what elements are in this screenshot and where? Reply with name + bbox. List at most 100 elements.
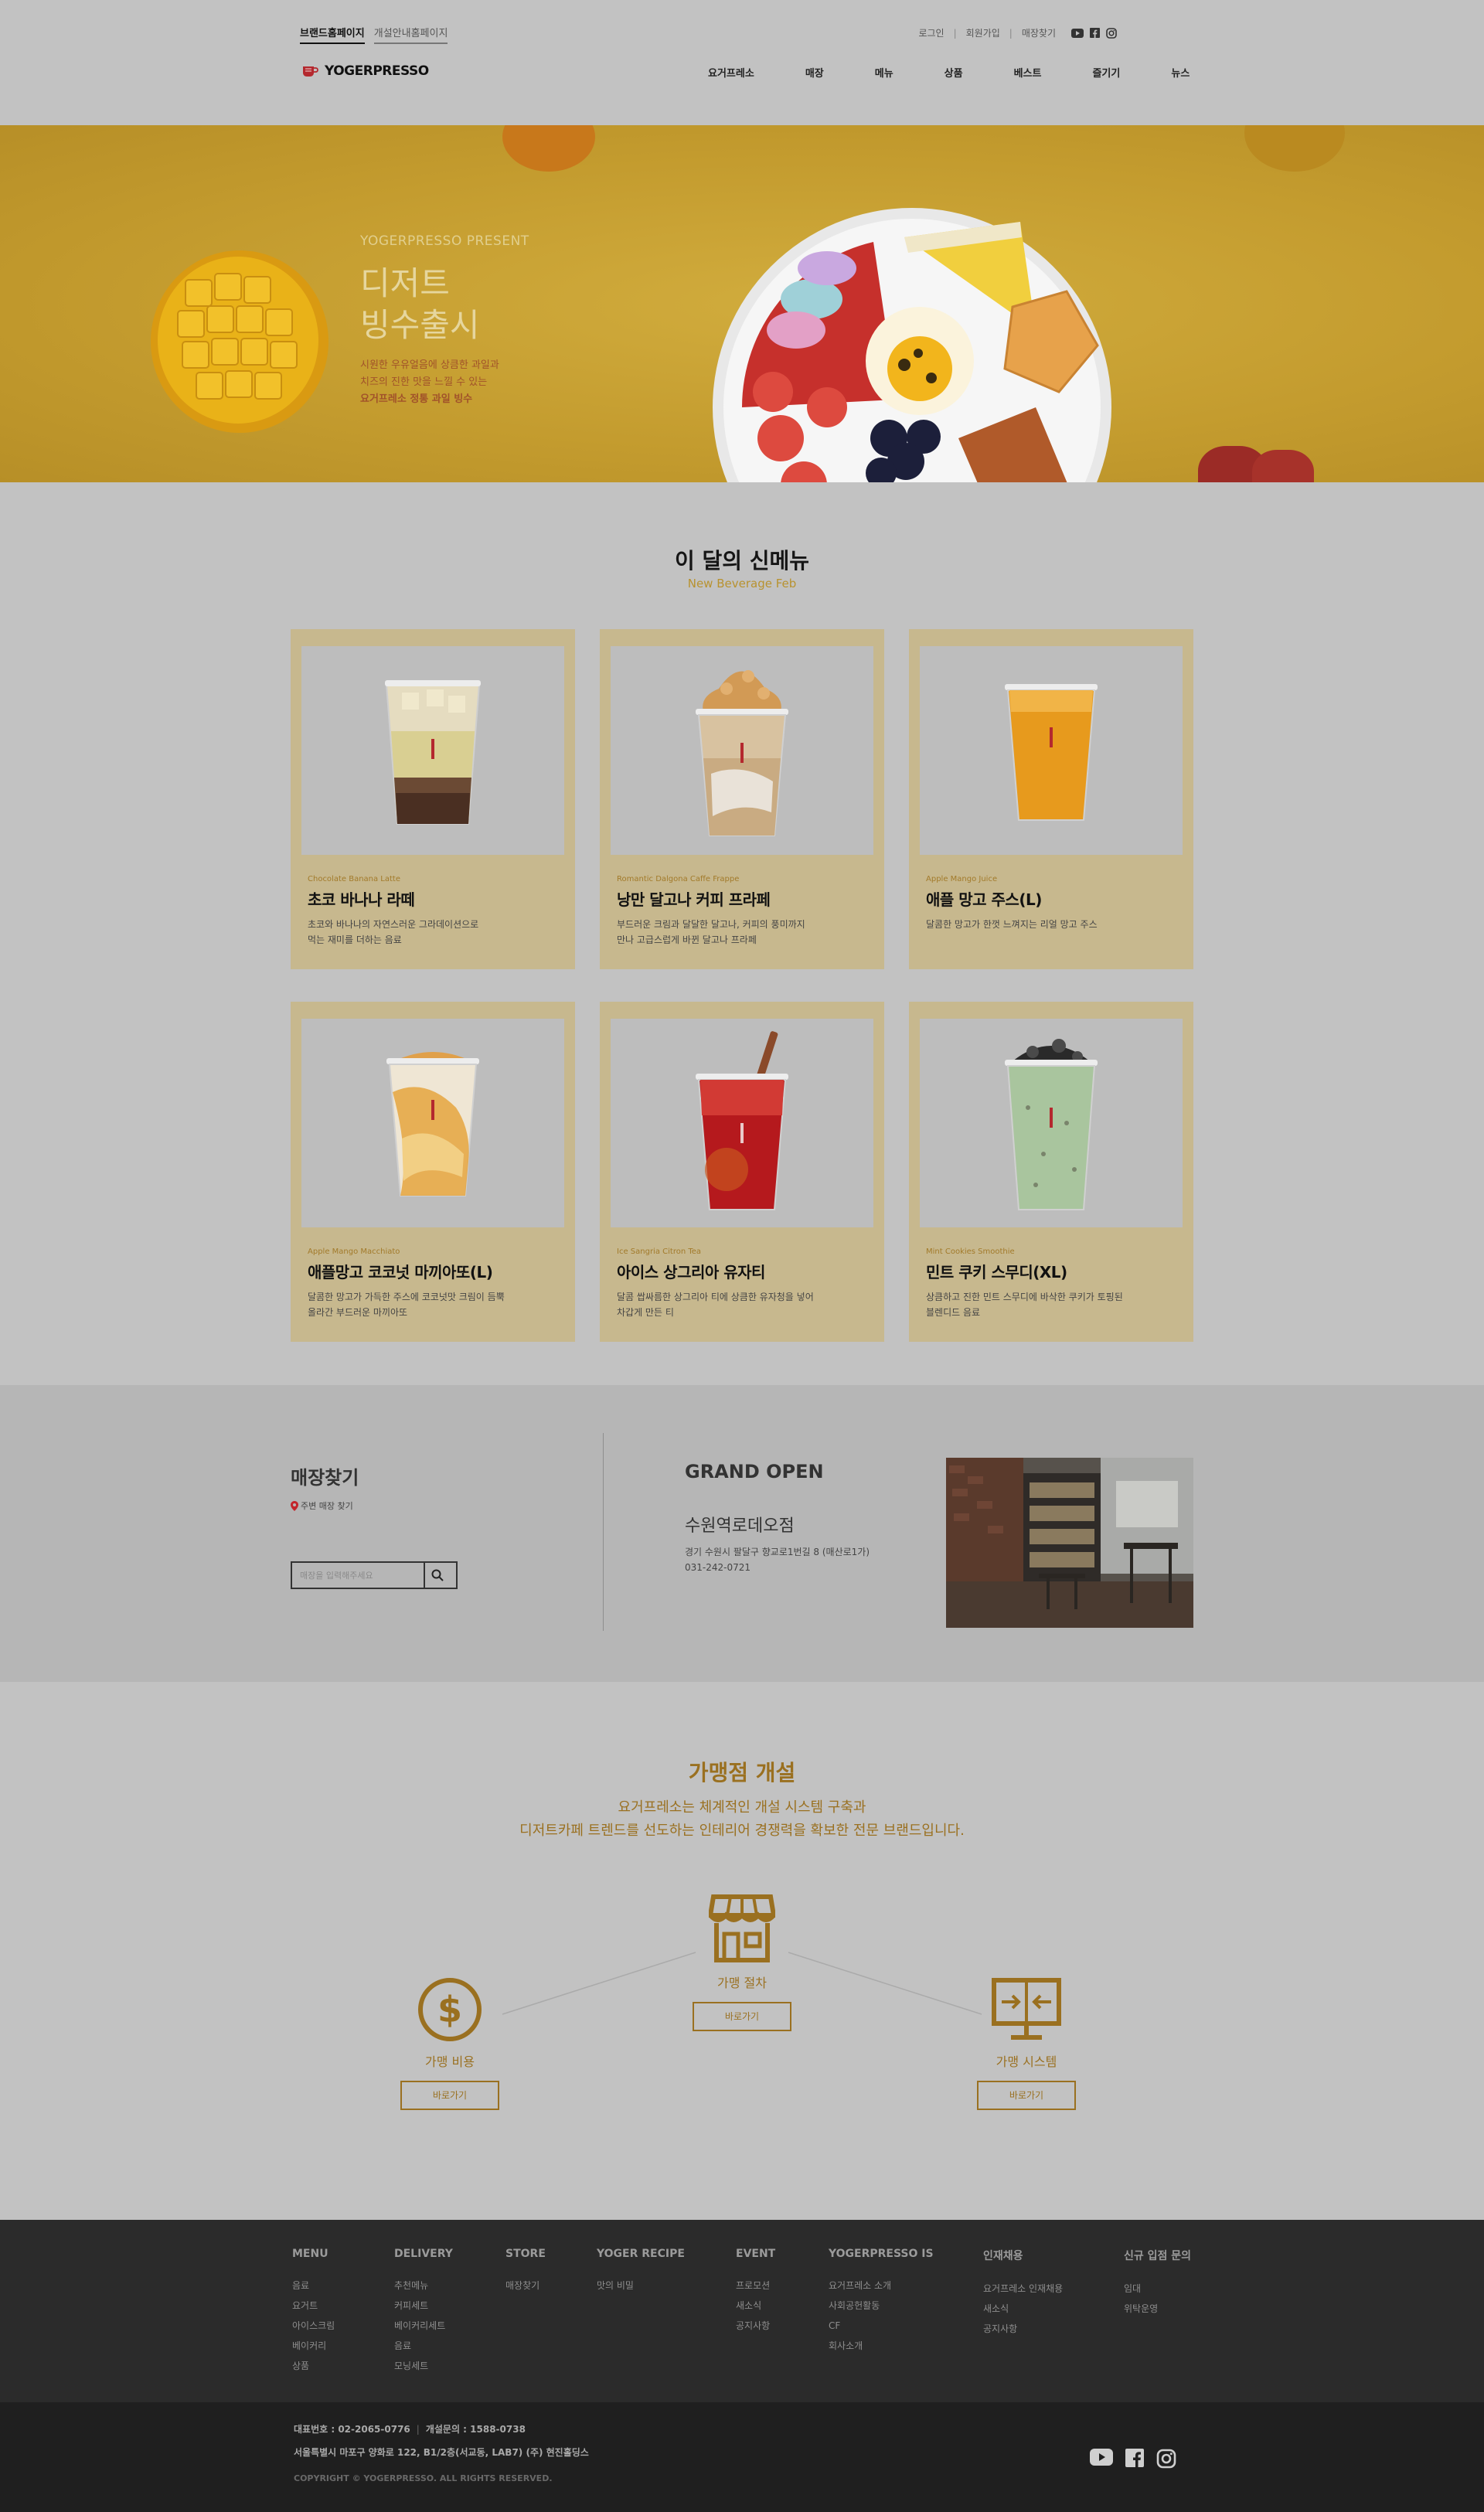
footer-link[interactable]: 위탁운영 <box>1124 2299 1191 2319</box>
footer-link[interactable]: 공지사항 <box>983 2319 1063 2339</box>
footer-link[interactable]: 커피세트 <box>394 2296 453 2316</box>
nav-product[interactable]: 상품 <box>945 65 963 80</box>
menu-ko-name: 애플 망고 주스(L) <box>926 890 1042 909</box>
menu-desc-line: 부드러운 크림과 달달한 달고나, 커피의 풍미까지 <box>617 919 805 930</box>
footer-link[interactable]: 새소식 <box>736 2296 775 2316</box>
youtube-icon[interactable] <box>1071 27 1084 39</box>
tab-franchise-home[interactable]: 개설안내홈페이지 <box>373 25 448 44</box>
footer-link[interactable]: 회사소개 <box>829 2336 934 2356</box>
menu-card[interactable]: Ice Sangria Citron Tea 아이스 상그리아 유자티 달콤 쌉… <box>600 1002 884 1342</box>
footer-link[interactable]: CF <box>829 2316 934 2336</box>
footer-link[interactable]: 모닝세트 <box>394 2356 453 2376</box>
footer-link[interactable]: 요거트 <box>292 2296 335 2316</box>
footer-column-title[interactable]: 신규 입점 문의 <box>1124 2248 1191 2263</box>
facebook-icon[interactable] <box>1088 27 1101 39</box>
nav-enjoy[interactable]: 즐기기 <box>1092 65 1120 80</box>
site-logo[interactable]: YOGERPRESSO <box>301 63 429 79</box>
tab-brand-home[interactable]: 브랜드홈페이지 <box>300 25 365 44</box>
menu-desc-line: 달콤한 망고가 한껏 느껴지는 리얼 망고 주스 <box>926 919 1098 930</box>
nav-yogerpresso[interactable]: 요거프레소 <box>708 65 754 80</box>
menu-description: 부드러운 크림과 달달한 달고나, 커피의 풍미까지 만나 고급스럽게 바뀐 달… <box>617 917 864 948</box>
footer-link[interactable]: 프로모션 <box>736 2275 775 2296</box>
menu-ko-name: 낭만 달고나 커피 프라페 <box>617 890 771 909</box>
menu-card[interactable]: Apple Mango Juice 애플 망고 주스(L) 달콤한 망고가 한껏… <box>909 629 1193 969</box>
franchise-cost-label: 가맹 비용 <box>425 2054 475 2069</box>
logo-text: YOGERPRESSO <box>325 63 429 79</box>
footer-link[interactable]: 상품 <box>292 2356 335 2376</box>
store-finder-link[interactable]: 매장찾기 <box>1022 26 1056 39</box>
footer-link[interactable]: 공지사항 <box>736 2316 775 2336</box>
nav-news[interactable]: 뉴스 <box>1171 65 1190 80</box>
nav-store[interactable]: 매장 <box>805 65 824 80</box>
footer-column-title[interactable]: YOGERPRESSO IS <box>829 2248 934 2260</box>
login-link[interactable]: 로그인 <box>918 26 944 39</box>
franchise-cost-item: $ 가맹 비용 바로가기 <box>365 1968 535 2110</box>
footer-link[interactable]: 베이커리 <box>292 2336 335 2356</box>
menu-en-name: Apple Mango Macchiato <box>308 1247 400 1256</box>
footer-column-title[interactable]: YOGER RECIPE <box>597 2248 685 2260</box>
footer-link[interactable]: 매장찾기 <box>505 2275 546 2296</box>
nav-menu[interactable]: 메뉴 <box>875 65 893 80</box>
footer-column-title[interactable]: MENU <box>292 2248 335 2260</box>
store-icon <box>657 1889 827 1963</box>
strawberry-image <box>1252 450 1314 482</box>
nav-best[interactable]: 베스트 <box>1014 65 1042 80</box>
monitor-icon <box>941 1968 1111 2042</box>
footer-link[interactable]: 베이커리세트 <box>394 2316 453 2336</box>
store-finder-title: 매장찾기 <box>291 1467 359 1489</box>
store-search-input[interactable] <box>292 1564 424 1587</box>
footer-link[interactable]: 사회공헌활동 <box>829 2296 934 2316</box>
footer-link[interactable]: 맛의 비밀 <box>597 2275 685 2296</box>
franchise-system-button[interactable]: 바로가기 <box>977 2081 1076 2110</box>
footer-column-delivery: DELIVERY 추천메뉴 커피세트 베이커리세트 음료 모닝세트 <box>394 2248 453 2376</box>
footer-column-title[interactable]: STORE <box>505 2248 546 2260</box>
section-divider <box>603 1433 604 1631</box>
menu-desc-line: 달콤한 망고가 가득한 주스에 코코넛맛 크림이 듬뿍 <box>308 1292 505 1302</box>
franchise-process-item: 가맹 절차 바로가기 <box>657 1889 827 2031</box>
menu-en-name: Chocolate Banana Latte <box>308 875 401 883</box>
footer-link[interactable]: 추천메뉴 <box>394 2275 453 2296</box>
util-separator: | <box>953 27 957 39</box>
hero-title-line: 빙수출시 <box>360 306 480 344</box>
menu-description: 상큼하고 진한 민트 스무디에 바삭한 쿠키가 토핑된 블렌디드 음료 <box>926 1289 1173 1320</box>
map-pin-icon <box>291 1500 298 1511</box>
menu-card[interactable]: Romantic Dalgona Caffe Frappe 낭만 달고나 커피 … <box>600 629 884 969</box>
menu-desc-line: 블렌디드 음료 <box>926 1307 981 1318</box>
footer-column-recruit: 인재채용 요거프레소 인재채용 새소식 공지사항 <box>983 2248 1063 2339</box>
store-search-button[interactable] <box>424 1563 450 1588</box>
youtube-icon[interactable] <box>1090 2449 1113 2466</box>
footer-link[interactable]: 요거프레소 소개 <box>829 2275 934 2296</box>
franchise-process-button[interactable]: 바로가기 <box>693 2002 791 2031</box>
nearby-store-link[interactable]: 주변 매장 찾기 <box>291 1499 353 1512</box>
facebook-icon[interactable] <box>1125 2449 1144 2467</box>
menu-desc-line: 만나 고급스럽게 바뀐 달고나 프라페 <box>617 934 757 945</box>
footer-link[interactable]: 새소식 <box>983 2299 1063 2319</box>
menu-card[interactable]: Mint Cookies Smoothie 민트 쿠키 스무디(XL) 상큼하고… <box>909 1002 1193 1342</box>
instagram-icon[interactable] <box>1156 2449 1176 2469</box>
instagram-icon[interactable] <box>1105 27 1118 39</box>
franchise-cost-button[interactable]: 바로가기 <box>400 2081 499 2110</box>
hero-desc-line: 치즈의 진한 맛을 느낄 수 있는 <box>360 376 488 388</box>
drink-image <box>611 1019 873 1227</box>
footer-column-title[interactable]: DELIVERY <box>394 2248 453 2260</box>
footer-link[interactable]: 음료 <box>394 2336 453 2356</box>
menu-card[interactable]: Apple Mango Macchiato 애플망고 코코넛 마끼아또(L) 달… <box>291 1002 575 1342</box>
store-interior-photo[interactable] <box>946 1458 1193 1628</box>
logo-cup-icon <box>303 66 318 77</box>
svg-text:$: $ <box>437 1989 462 2030</box>
footer-link[interactable]: 임대 <box>1124 2279 1191 2299</box>
menu-card[interactable]: Chocolate Banana Latte 초코 바나나 라떼 초코와 바나나… <box>291 629 575 969</box>
hero-banner[interactable]: YOGERPRESSO PRESENT 디저트 빙수출시 시원한 우유얼음에 상… <box>0 125 1484 482</box>
footer-link[interactable]: 요거프레소 인재채용 <box>983 2279 1063 2299</box>
grand-open-store-name[interactable]: 수원역로데오점 <box>685 1512 795 1537</box>
footer-column-title[interactable]: 인재채용 <box>983 2248 1063 2263</box>
footer-link[interactable]: 음료 <box>292 2275 335 2296</box>
hero-description: 시원한 우유얼음에 상큼한 과일과 치즈의 진한 맛을 느낄 수 있는 요거프레… <box>360 357 529 408</box>
signup-link[interactable]: 회원가입 <box>966 26 1000 39</box>
menu-desc-line: 달콤 쌉싸름한 상그리아 티에 상큼한 유자청을 넣어 <box>617 1292 814 1302</box>
store-search-box <box>291 1561 458 1589</box>
footer-column-recipe: YOGER RECIPE 맛의 비밀 <box>597 2248 685 2296</box>
franchise-system-label: 가맹 시스템 <box>996 2054 1057 2069</box>
footer-column-title[interactable]: EVENT <box>736 2248 775 2260</box>
footer-link[interactable]: 아이스크림 <box>292 2316 335 2336</box>
